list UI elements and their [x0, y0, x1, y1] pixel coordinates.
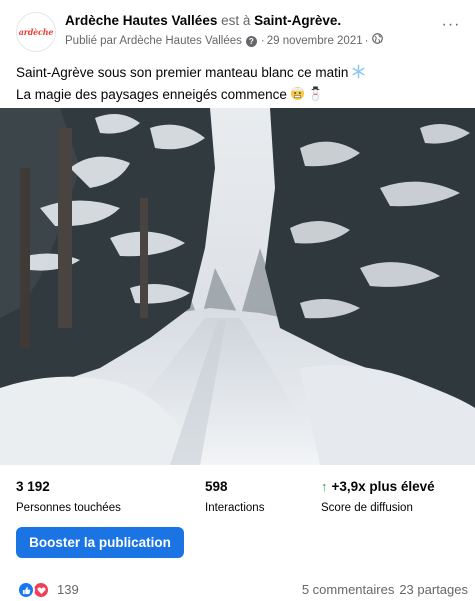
stat-score-value-row: ↑ +3,9x plus élevé — [321, 478, 435, 496]
stat-interactions-label: Interactions — [205, 502, 265, 514]
cold-face-icon — [290, 86, 305, 107]
caption-text-2: La magie des paysages enneigés commence — [16, 87, 287, 102]
post-date-link[interactable]: 29 novembre 2021 — [267, 33, 363, 49]
reaction-count: 139 — [57, 582, 79, 597]
more-options-button[interactable]: ··· — [438, 17, 464, 40]
shares-count-link[interactable]: 23 partages — [399, 582, 468, 597]
like-icon — [17, 581, 35, 599]
snowy-forest-road-image — [0, 108, 475, 465]
boost-post-button[interactable]: Booster la publication — [16, 527, 184, 558]
stat-reach[interactable]: 3 192 Personnes touchées — [16, 478, 121, 516]
location-connector: est à — [221, 13, 251, 28]
post-photo[interactable] — [0, 108, 475, 465]
meta-separator-2: · — [364, 35, 369, 47]
published-by-text: Publié par Ardèche Hautes Vallées — [65, 35, 242, 47]
globe-icon[interactable] — [372, 33, 384, 49]
location-link[interactable]: Saint-Agrève. — [254, 13, 341, 28]
reaction-icons — [17, 581, 53, 599]
snowflake-icon — [351, 64, 366, 85]
engagement-summary: 5 commentaires 23 partages — [302, 581, 468, 599]
stat-score-value: +3,9x plus élevé — [331, 479, 435, 494]
stat-reach-value: 3 192 — [16, 479, 50, 494]
up-arrow-icon: ↑ — [321, 479, 328, 494]
avatar-logo-text: ardèche — [18, 27, 54, 37]
reactions-summary[interactable]: 139 — [17, 581, 79, 599]
snowman-icon — [308, 86, 323, 107]
post-caption: Saint-Agrève sous son premier manteau bl… — [16, 63, 461, 107]
caption-line-1: Saint-Agrève sous son premier manteau bl… — [16, 63, 461, 85]
stat-score-label: Score de diffusion — [321, 502, 413, 514]
post-insights: 3 192 Personnes touchées 598 Interaction… — [0, 478, 475, 518]
page-name-link[interactable]: Ardèche Hautes Vallées — [65, 13, 217, 28]
page-avatar[interactable]: ardèche — [16, 12, 56, 52]
caption-line-2: La magie des paysages enneigés commence — [16, 85, 461, 107]
meta-separator: · — [260, 35, 265, 47]
help-icon[interactable]: ? — [245, 35, 257, 47]
post-author-line: Ardèche Hautes Vallées est à Saint-Agrèv… — [65, 12, 341, 30]
post-meta: Publié par Ardèche Hautes Vallées ? · 29… — [65, 33, 384, 49]
stat-reach-label: Personnes touchées — [16, 502, 121, 514]
comments-count-link[interactable]: 5 commentaires — [302, 582, 394, 597]
stat-interactions-value: 598 — [205, 479, 228, 494]
caption-text-1: Saint-Agrève sous son premier manteau bl… — [16, 65, 349, 80]
stat-distribution-score[interactable]: ↑ +3,9x plus élevé Score de diffusion — [321, 478, 435, 516]
post-header: ardèche Ardèche Hautes Vallées est à Sai… — [0, 0, 475, 56]
stat-interactions[interactable]: 598 Interactions — [205, 478, 264, 516]
